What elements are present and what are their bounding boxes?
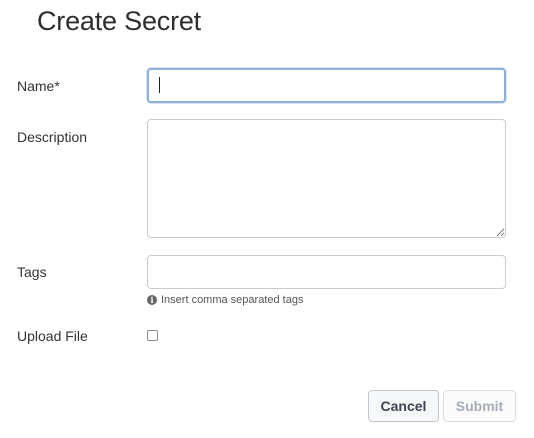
tags-label: Tags — [17, 264, 47, 280]
tags-input[interactable] — [147, 255, 506, 289]
upload-file-label: Upload File — [17, 328, 88, 344]
create-secret-dialog: Create Secret Name* Description Tags i I… — [0, 0, 534, 438]
submit-button[interactable]: Submit — [443, 390, 516, 422]
description-textarea[interactable] — [147, 119, 506, 238]
upload-file-checkbox[interactable] — [147, 330, 158, 341]
tags-hint-text: Insert comma separated tags — [161, 294, 304, 306]
info-circle-icon: i — [147, 295, 157, 305]
text-caret — [159, 77, 160, 93]
name-label: Name* — [17, 78, 60, 94]
tags-hint: i Insert comma separated tags — [147, 294, 303, 306]
page-title: Create Secret — [37, 6, 201, 36]
description-label: Description — [17, 129, 88, 145]
name-input[interactable] — [147, 68, 506, 103]
cancel-button[interactable]: Cancel — [368, 390, 439, 422]
